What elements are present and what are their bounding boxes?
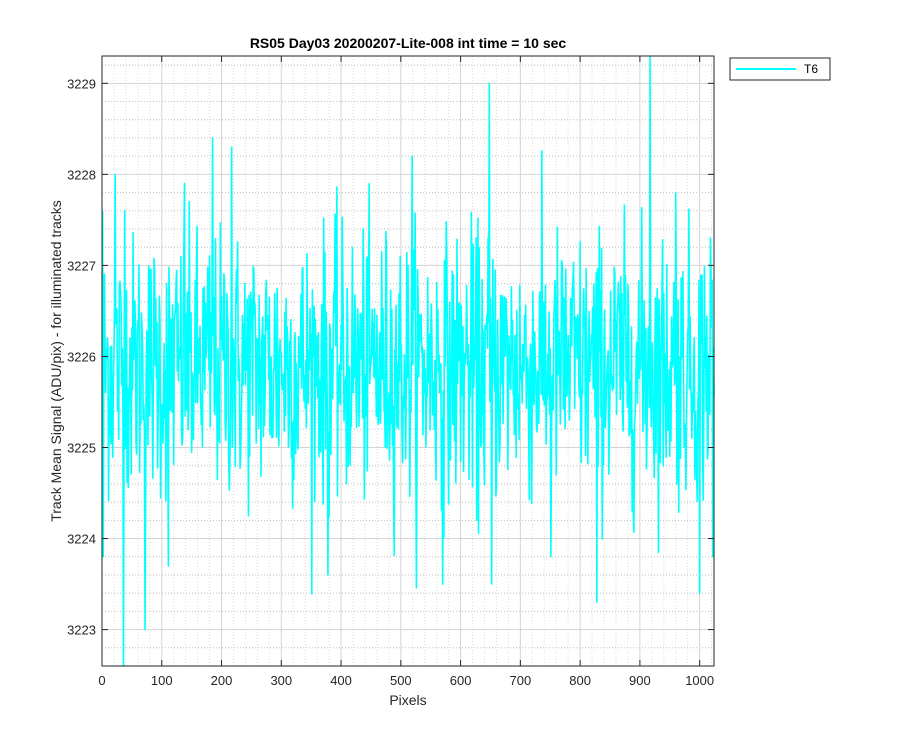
y-tick-label: 3224 xyxy=(67,532,96,547)
x-tick-label: 0 xyxy=(98,673,105,688)
x-tick-label: 400 xyxy=(330,673,352,688)
x-tick-label: 700 xyxy=(510,673,532,688)
x-axis-label: Pixels xyxy=(389,692,426,708)
legend: T6 xyxy=(729,57,831,81)
x-tick-label: 200 xyxy=(211,673,233,688)
y-tick-label: 3223 xyxy=(67,623,96,638)
x-tick-label: 600 xyxy=(450,673,472,688)
x-tick-label: 800 xyxy=(569,673,591,688)
legend-label-t6: T6 xyxy=(804,62,818,76)
y-tick-label: 3225 xyxy=(67,440,96,455)
x-tick-label: 1000 xyxy=(685,673,714,688)
x-tick-label: 300 xyxy=(270,673,292,688)
y-axis-label: Track Mean Signal (ADU/pix) - for illumi… xyxy=(48,200,64,522)
chart-title: RS05 Day03 20200207-Lite-008 int time = … xyxy=(250,35,567,51)
x-tick-label: 100 xyxy=(151,673,173,688)
y-tick-label: 3226 xyxy=(67,349,96,364)
y-tick-label: 3227 xyxy=(67,258,96,273)
x-tick-label: 500 xyxy=(390,673,412,688)
y-tick-label: 3228 xyxy=(67,167,96,182)
y-tick-label: 3229 xyxy=(67,76,96,91)
x-tick-label: 900 xyxy=(629,673,651,688)
chart-figure: 0 100 200 300 400 500 600 700 800 900 1000 3223 322… xyxy=(0,0,900,750)
